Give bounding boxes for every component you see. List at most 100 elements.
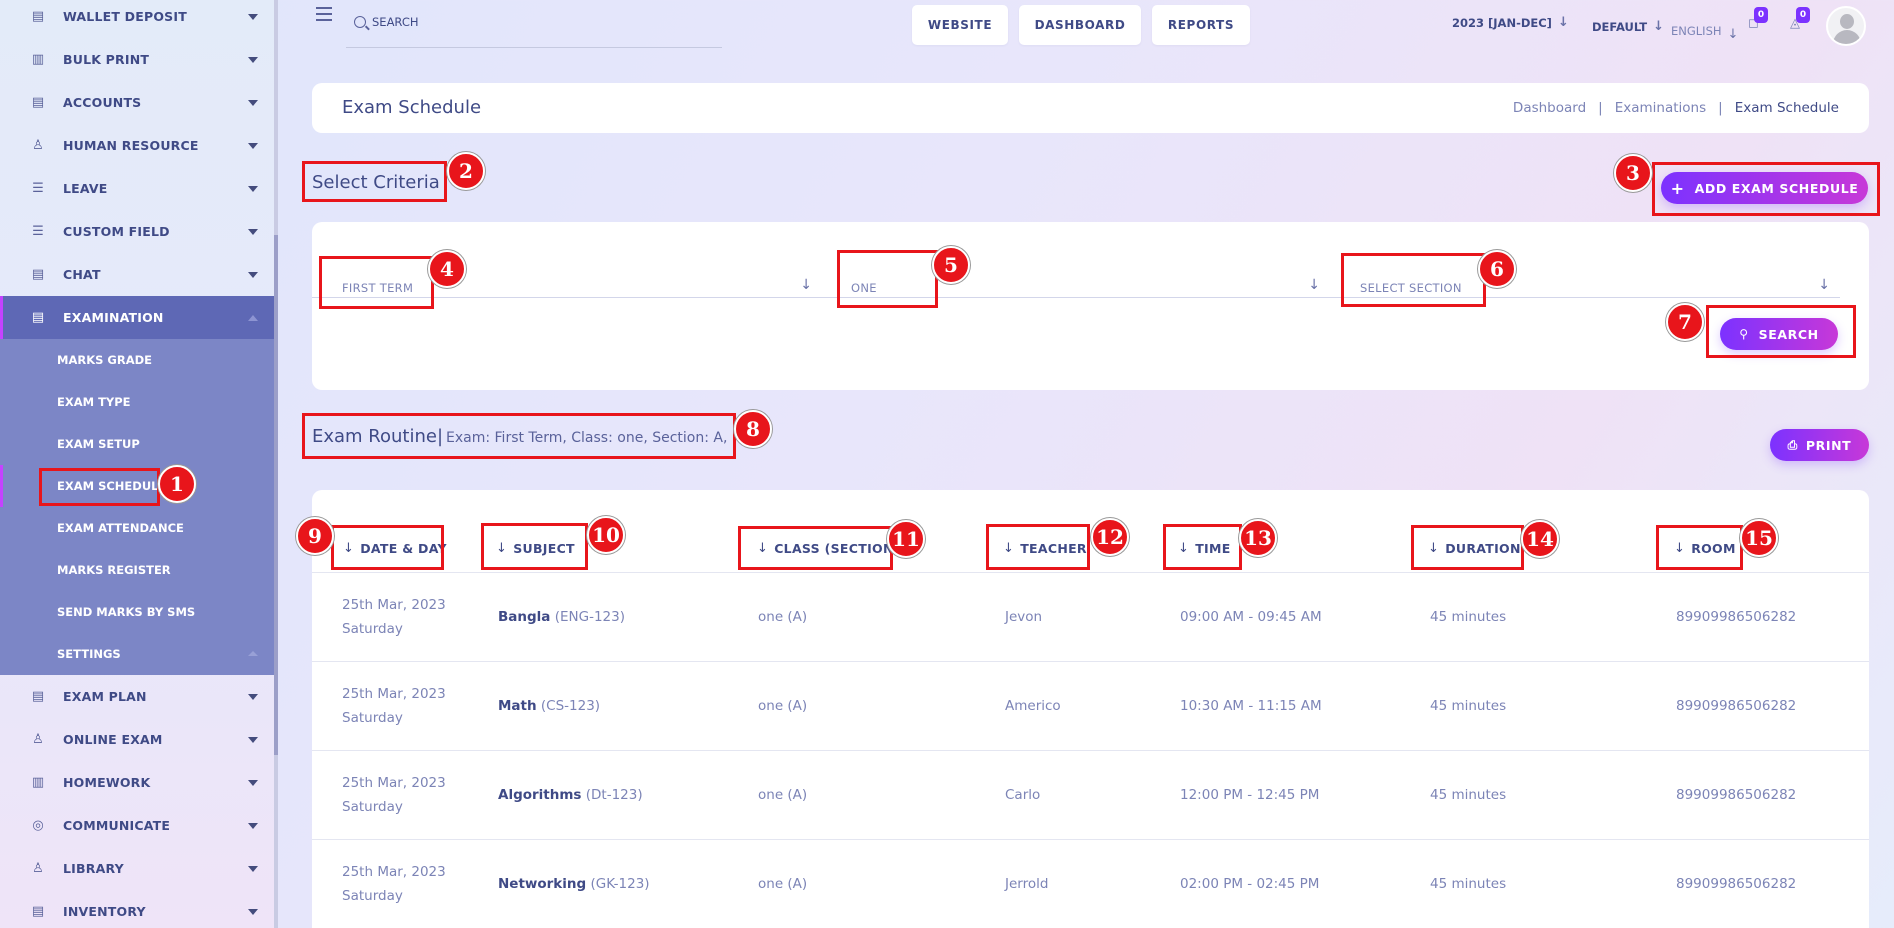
chevron-down-icon <box>248 865 258 872</box>
sidebar-item-exam-plan[interactable]: ▤ EXAM PLAN <box>0 675 278 718</box>
annotation-marker: 6 <box>1478 250 1516 288</box>
annotation-marker: 7 <box>1666 303 1704 341</box>
chevron-down-icon <box>248 185 258 192</box>
submenu-item-label: EXAM SETUP <box>57 437 140 451</box>
sidebar-item-homework[interactable]: ▥ HOMEWORK <box>0 761 278 804</box>
arrow-down-icon: ↓ <box>1308 277 1320 293</box>
chevron-down-icon <box>248 271 258 278</box>
cell-time: 09:00 AM - 09:45 AM <box>1180 609 1322 625</box>
sidebar-item-wallet-deposit[interactable]: ▤ WALLET DEPOSIT <box>0 0 278 38</box>
annotation-marker: 2 <box>447 152 485 190</box>
chevron-down-icon <box>248 99 258 106</box>
sidebar-item-label: INVENTORY <box>63 904 146 919</box>
dashboard-button[interactable]: DASHBOARD <box>1019 5 1141 45</box>
annotation-box <box>302 413 736 459</box>
sidebar-item-examination[interactable]: ▤ EXAMINATION <box>0 296 278 339</box>
sidebar-item-label: CHAT <box>63 267 101 282</box>
language-select[interactable]: ENGLISH ↓ <box>1671 19 1738 43</box>
chat-icon: ▤ <box>31 267 45 282</box>
sidebar-item-inventory[interactable]: ▤ INVENTORY <box>0 890 278 928</box>
chat-icon[interactable]: ◻ 0 <box>1748 7 1768 32</box>
sidebar-item-chat[interactable]: ▤ CHAT <box>0 253 278 296</box>
cell-room: 89909986506282 <box>1676 787 1797 803</box>
sidebar-item-accounts[interactable]: ▤ ACCOUNTS <box>0 81 278 124</box>
sidebar-item-human-resource[interactable]: ♙ HUMAN RESOURCE <box>0 124 278 167</box>
chevron-down-icon <box>248 908 258 915</box>
bell-icon[interactable]: ◬ 0 <box>1790 7 1810 32</box>
language-value: ENGLISH <box>1671 23 1722 38</box>
sidebar-item-label: HOMEWORK <box>63 775 151 790</box>
inventory-icon: ▤ <box>31 904 45 919</box>
cell-time: 02:00 PM - 02:45 PM <box>1180 876 1320 892</box>
submenu-item-exam-setup[interactable]: EXAM SETUP <box>0 423 278 465</box>
person-icon: ♙ <box>32 138 44 153</box>
accounts-icon: ▤ <box>31 95 45 110</box>
exam-icon: ▤ <box>31 310 45 325</box>
annotation-box <box>1163 524 1242 570</box>
cell-day: Saturday <box>342 621 403 637</box>
submenu-item-marks-register[interactable]: MARKS REGISTER <box>0 549 278 591</box>
submenu-item-send-marks-by-sms[interactable]: SEND MARKS BY SMS <box>0 591 278 633</box>
chevron-down-icon <box>248 693 258 700</box>
cell-subject: Bangla (ENG-123) <box>498 609 625 625</box>
breadcrumb-examinations[interactable]: Examinations <box>1615 100 1706 116</box>
sidebar-item-online-exam[interactable]: ♙ ONLINE EXAM <box>0 718 278 761</box>
subject-name: Bangla <box>498 609 551 625</box>
sidebar-item-library[interactable]: ♙ LIBRARY <box>0 847 278 890</box>
annotation-box <box>331 525 444 570</box>
cell-day: Saturday <box>342 710 403 726</box>
annotation-marker: 11 <box>887 520 925 558</box>
sidebar-item-label: CUSTOM FIELD <box>63 224 170 239</box>
sidebar-scrollbar[interactable] <box>274 0 278 928</box>
website-button[interactable]: WEBSITE <box>912 5 1008 45</box>
subject-name: Networking <box>498 876 587 892</box>
exam-plan-icon: ▤ <box>31 689 45 704</box>
sidebar-item-bulk-print[interactable]: ▥ BULK PRINT <box>0 38 278 81</box>
submenu-item-label: MARKS REGISTER <box>57 563 171 577</box>
communicate-icon: ◎ <box>32 818 44 833</box>
submenu-item-marks-grade[interactable]: MARKS GRADE <box>0 339 278 381</box>
submenu-item-exam-type[interactable]: EXAM TYPE <box>0 381 278 423</box>
page-header: Exam Schedule Dashboard | Examinations |… <box>312 83 1869 133</box>
annotation-marker: 15 <box>1740 519 1778 557</box>
cell-date: 25th Mar, 2023 <box>342 597 446 613</box>
session-select[interactable]: 2023 [JAN-DEC] ↓ <box>1452 15 1569 30</box>
sidebar-item-label: EXAMINATION <box>63 310 164 325</box>
submenu-item-exam-attendance[interactable]: EXAM ATTENDANCE <box>0 507 278 549</box>
chevron-down-icon <box>248 56 258 63</box>
annotation-marker: 1 <box>158 465 196 503</box>
arrow-down-icon: ↓ <box>1653 19 1664 34</box>
search-input[interactable] <box>372 12 712 32</box>
sidebar-item-label: WALLET DEPOSIT <box>63 9 187 24</box>
sidebar-item-custom-field[interactable]: ☰ CUSTOM FIELD <box>0 210 278 253</box>
menu-toggle-icon[interactable] <box>316 7 332 21</box>
sidebar-item-leave[interactable]: ☰ LEAVE <box>0 167 278 210</box>
submenu-item-settings[interactable]: SETTINGS <box>0 633 278 675</box>
cell-teacher: Americo <box>1005 698 1061 714</box>
table-row-date: 25th Mar, 2023 Saturday <box>342 593 446 641</box>
reports-button[interactable]: REPORTS <box>1152 5 1250 45</box>
submenu-item-label: MARKS GRADE <box>57 353 152 367</box>
chevron-down-icon <box>248 228 258 235</box>
cell-class: one (A) <box>758 609 808 625</box>
subject-code: (CS-123) <box>540 698 601 714</box>
print-icon: ▥ <box>31 52 45 67</box>
chevron-down-icon <box>248 142 258 149</box>
breadcrumb-dashboard[interactable]: Dashboard <box>1513 100 1586 116</box>
criteria-card <box>312 222 1869 390</box>
submenu-item-label: EXAM ATTENDANCE <box>57 521 184 535</box>
homework-icon: ▥ <box>31 775 45 790</box>
annotation-marker: 12 <box>1091 518 1129 556</box>
print-button[interactable]: ⎙ PRINT <box>1770 429 1869 461</box>
table-divider <box>312 750 1869 751</box>
avatar[interactable] <box>1826 6 1866 46</box>
cell-class: one (A) <box>758 698 808 714</box>
cell-room: 89909986506282 <box>1676 876 1797 892</box>
annotation-box <box>1656 525 1743 570</box>
session-value: 2023 [JAN-DEC] <box>1452 15 1552 30</box>
sidebar-item-communicate[interactable]: ◎ COMMUNICATE <box>0 804 278 847</box>
table-row-date: 25th Mar, 2023 Saturday <box>342 771 446 819</box>
wallet-icon: ▤ <box>31 9 45 24</box>
sidebar-item-label: ONLINE EXAM <box>63 732 163 747</box>
theme-select[interactable]: DEFAULT ↓ <box>1592 19 1664 34</box>
